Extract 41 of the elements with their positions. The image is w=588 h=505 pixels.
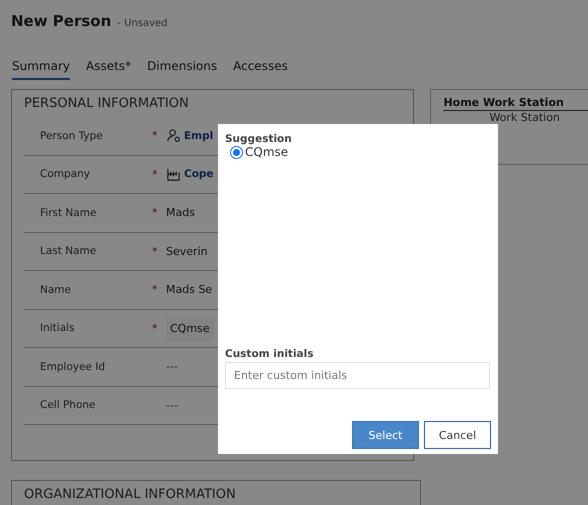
cancel-button[interactable]: Cancel	[424, 421, 491, 449]
field-value: Mads Se	[166, 283, 212, 296]
field-label: Initials	[40, 322, 76, 334]
initials-field[interactable]: CQmse	[166, 316, 214, 341]
field-value: ---	[166, 360, 178, 374]
tab[interactable]: Assets*	[86, 59, 132, 80]
required-mark: *	[152, 244, 158, 258]
tab[interactable]: Summary	[12, 59, 70, 80]
tab[interactable]: Dimensions	[147, 59, 218, 80]
select-button[interactable]: Select	[352, 421, 419, 449]
required-mark: *	[152, 283, 158, 296]
checkbox-label: Work Station	[488, 111, 561, 124]
input-field[interactable]: Enter custom initials	[225, 362, 490, 389]
field-label: Name	[40, 284, 72, 296]
field-label: Cell Phone	[40, 399, 96, 412]
field-value: Mads	[166, 206, 195, 220]
section-title: PERSONAL INFORMATION	[24, 96, 190, 113]
field-label: Employee Id	[40, 360, 106, 373]
tab[interactable]: Accesses	[233, 59, 288, 80]
panel-heading: Home Work Station	[443, 96, 588, 111]
link[interactable]: Cope	[184, 168, 214, 180]
field-label: Company	[40, 168, 91, 180]
field-label: First Name	[40, 206, 98, 219]
required-mark: *	[152, 206, 158, 220]
page-title: New Person	[11, 12, 112, 30]
link[interactable]: Empl	[184, 130, 214, 142]
field-value: Severin	[166, 244, 208, 258]
save-status: - Unsaved	[117, 18, 168, 29]
radio-button[interactable]	[231, 146, 242, 158]
required-mark: *	[152, 322, 158, 335]
field-value: ---	[166, 398, 178, 412]
field-label: Suggestion	[225, 133, 293, 145]
field-label: Custom initials	[225, 348, 314, 360]
factory-icon	[166, 166, 181, 182]
person-icon	[166, 128, 181, 144]
field-label: Person Type	[40, 130, 104, 142]
required-mark: *	[152, 129, 158, 142]
required-mark: *	[152, 168, 158, 181]
field-label: Last Name	[40, 245, 98, 258]
section-title: ORGANIZATIONAL INFORMATION	[24, 487, 237, 504]
radio-option[interactable]: CQmse	[225, 145, 288, 159]
